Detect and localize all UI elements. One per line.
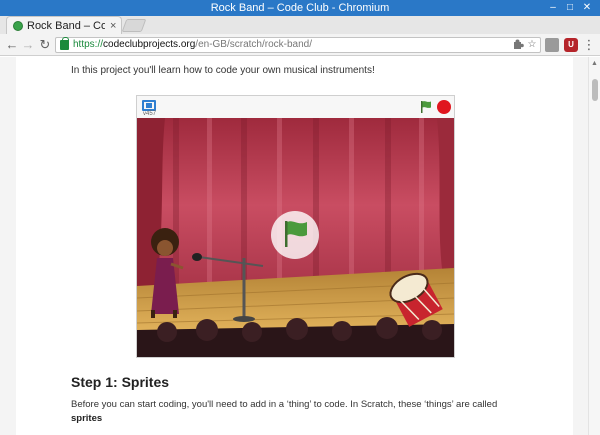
url-text[interactable]: https://codeclubprojects.org/en-GB/scrat… (73, 38, 312, 52)
extension-icon[interactable] (545, 38, 559, 52)
step-paragraph: Before you can start coding, you'll need… (71, 398, 531, 426)
intro-text: In this project you'll learn how to code… (71, 65, 375, 76)
address-bar[interactable]: https://codeclubprojects.org/en-GB/scrat… (55, 37, 541, 53)
code-club-favicon-icon (13, 21, 23, 31)
step-bold-term: sprites (71, 413, 103, 424)
ublock-shield-icon[interactable]: U (564, 38, 578, 52)
back-icon[interactable]: ← (4, 37, 20, 53)
extension-puzzle-icon[interactable] (512, 39, 524, 51)
url-scheme: https:// (73, 39, 104, 50)
browser-toolbar: ← → ↻ https://codeclubprojects.org/en-GB… (0, 34, 600, 56)
player-version: v457 (143, 111, 157, 117)
stage-scene (137, 118, 454, 357)
step-text: Before you can start coding, you'll need… (71, 399, 498, 410)
window-titlebar: Rock Band – Code Club - Chromium – □ ✕ (0, 0, 600, 16)
window-title: Rock Band – Code Club - Chromium (210, 2, 390, 14)
url-host: codeclubprojects.org (103, 39, 196, 50)
tab-strip: Rock Band – Code × (0, 16, 600, 34)
back-curtain (137, 118, 454, 293)
scroll-thumb[interactable] (592, 79, 598, 101)
page-scrollbar[interactable]: ▲ (588, 57, 600, 435)
scroll-up-icon[interactable]: ▲ (591, 60, 598, 67)
new-tab-button[interactable] (121, 19, 147, 32)
url-path: /en-GB/scratch/rock-band/ (195, 39, 313, 50)
browser-menu-icon[interactable]: ⋮ (582, 38, 596, 52)
tab-title: Rock Band – Code (27, 20, 105, 32)
page-content: In this project you'll learn how to code… (16, 57, 573, 435)
stop-sign-icon[interactable] (437, 100, 451, 114)
maximize-icon[interactable]: □ (563, 1, 577, 15)
page-viewport: In this project you'll learn how to code… (0, 57, 588, 435)
reload-icon[interactable]: ↻ (37, 37, 53, 53)
close-window-icon[interactable]: ✕ (580, 1, 594, 15)
green-flag-icon[interactable] (419, 100, 433, 114)
minimize-icon[interactable]: – (546, 1, 560, 15)
step-heading: Step 1: Sprites (71, 374, 170, 390)
tab-close-icon[interactable]: × (110, 18, 116, 34)
scratch-player[interactable]: v457 (136, 95, 455, 358)
play-overlay-button[interactable] (271, 211, 319, 259)
player-controls: v457 (137, 96, 454, 118)
fullscreen-icon[interactable] (142, 100, 156, 111)
secure-lock-icon[interactable] (60, 37, 69, 50)
forward-icon[interactable]: → (20, 37, 36, 53)
scratch-stage[interactable] (137, 118, 454, 357)
bookmark-star-icon[interactable]: ☆ (526, 39, 538, 51)
browser-tab[interactable]: Rock Band – Code × (6, 16, 122, 34)
